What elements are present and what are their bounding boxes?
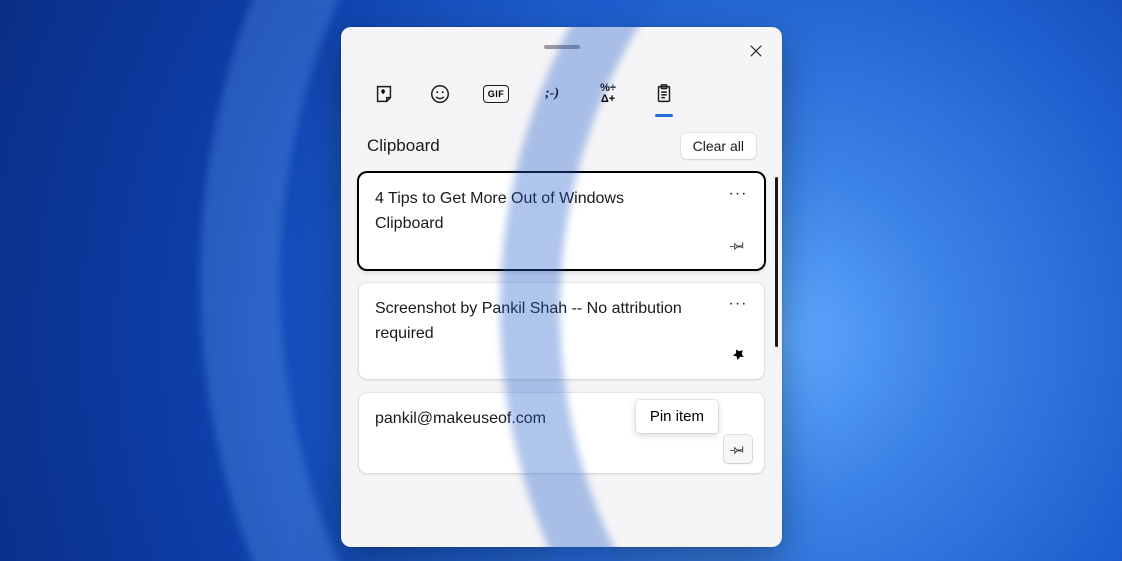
panel-titlebar [341,27,782,67]
pin-outline-icon [730,237,746,253]
gif-icon: GIF [488,89,505,99]
section-header: Clipboard Clear all [341,107,782,169]
tab-kaomoji[interactable]: ;-) [539,81,565,107]
pin-filled-icon [730,347,746,363]
section-title: Clipboard [367,136,440,156]
item-more-button[interactable]: ··· [726,185,750,205]
tab-row: GIF ;-) %÷ Δ+ [341,67,782,107]
symbols-icon: %÷ Δ+ [600,83,616,105]
kaomoji-icon: ;-) [545,86,559,102]
clipboard-item[interactable]: 4 Tips to Get More Out of Windows Clipbo… [359,173,764,269]
item-pin-button[interactable] [724,435,752,463]
more-icon: ··· [729,185,748,202]
clipboard-item-text: 4 Tips to Get More Out of Windows Clipbo… [375,187,695,237]
more-icon: ··· [729,295,748,312]
clipboard-item[interactable]: pankil@makeuseof.com Pin item [359,393,764,473]
scrollbar[interactable] [775,177,778,347]
sticker-heart-icon [373,83,395,105]
pin-tooltip: Pin item [636,400,718,433]
clipboard-item[interactable]: Screenshot by Pankil Shah -- No attribut… [359,283,764,379]
tab-recent[interactable] [371,81,397,107]
item-pin-button[interactable] [724,231,752,259]
clear-all-button[interactable]: Clear all [681,133,756,159]
tab-symbols[interactable]: %÷ Δ+ [595,81,621,107]
clipboard-icon [653,83,675,105]
clipboard-item-text: Screenshot by Pankil Shah -- No attribut… [375,297,695,347]
close-icon [749,44,763,62]
tab-gif[interactable]: GIF [483,85,509,103]
drag-handle[interactable] [544,45,580,49]
close-button[interactable] [740,37,772,69]
emoji-icon [429,83,451,105]
clipboard-panel: GIF ;-) %÷ Δ+ Clipboard Clear all 4 Tips… [341,27,782,547]
item-more-button[interactable]: ··· [726,295,750,315]
clipboard-list: 4 Tips to Get More Out of Windows Clipbo… [341,169,782,547]
pin-outline-icon [730,441,746,457]
item-pin-button[interactable] [724,341,752,369]
tab-emoji[interactable] [427,81,453,107]
tab-clipboard[interactable] [651,81,677,107]
